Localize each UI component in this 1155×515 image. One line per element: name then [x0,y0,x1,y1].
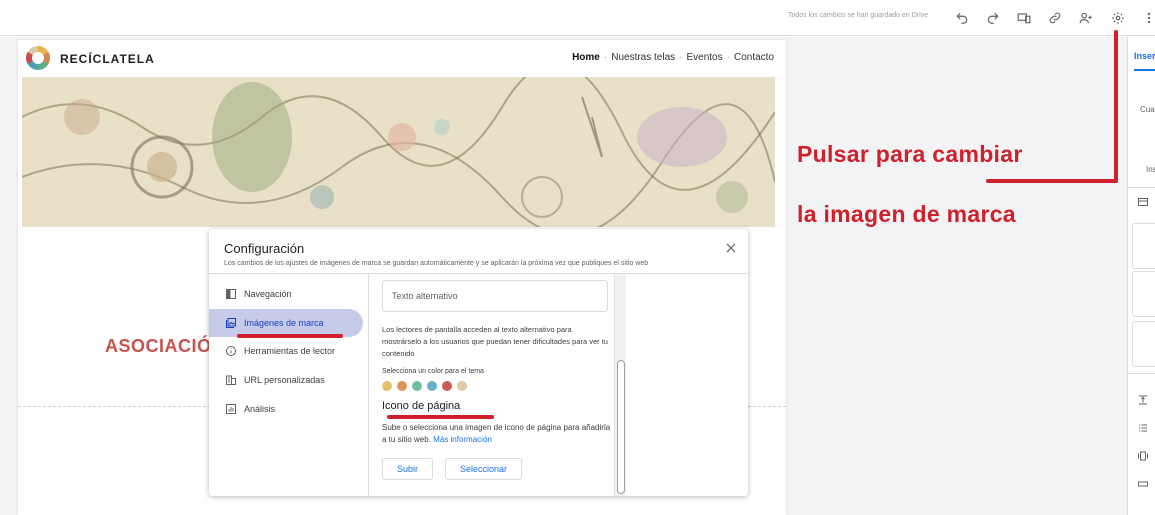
alt-text-help: Los lectores de pantalla acceden al text… [382,325,608,358]
annotation-arrow [986,179,1118,183]
site-nav-telas[interactable]: Nuestras telas [611,52,675,63]
brand-images-panel: Texto alternativo Los lectores de pantal… [370,274,615,496]
nav-item-label: Imágenes de marca [244,318,324,328]
annotation-line-2: la imagen de marca [797,201,1016,227]
panel-divider [1128,187,1155,188]
annotation-underline [237,334,343,338]
nav-item-navegacion[interactable]: Navegación [209,280,363,308]
link-icon[interactable] [1045,8,1065,28]
scrollbar-thumb[interactable] [617,360,625,494]
dialog-subtitle: Los cambios de los ajustes de imágenes d… [224,260,649,267]
favicon-description: Sube o selecciona una imagen de icono de… [382,422,612,446]
theme-color-swatch[interactable] [382,381,392,391]
section-title[interactable]: ASOCIACIÓ [105,336,212,357]
favicon-title: Icono de página [382,400,461,412]
theme-color-swatch[interactable] [457,381,467,391]
button-icon[interactable] [1137,477,1149,489]
redo-icon[interactable] [983,8,1003,28]
theme-color-label: Selecciona un color para el tema [382,368,484,375]
textbox-item[interactable]: Cua [1140,105,1155,114]
more-icon[interactable] [1139,8,1155,28]
nav-item-herramientas-de-lector[interactable]: Herramientas de lector [209,337,363,365]
layout-card[interactable] [1132,321,1155,367]
building-icon [225,374,237,386]
insert-item[interactable]: Ins [1146,165,1155,174]
site-nav-home[interactable]: Home [572,52,600,63]
settings-nav: Navegación Imágenes de marca Herramienta… [209,274,369,496]
upload-button[interactable]: Subir [382,458,433,480]
learn-more-link[interactable]: Más información [433,435,492,444]
preview-icon[interactable] [1014,8,1034,28]
nav-item-label: Herramientas de lector [244,346,336,356]
nav-item-label: URL personalizadas [244,375,325,385]
theme-color-swatches [382,381,472,391]
panel-divider [1128,373,1155,374]
nav-item-analisis[interactable]: Análisis [209,395,363,423]
settings-icon[interactable] [1108,8,1128,28]
share-icon[interactable] [1076,8,1096,28]
theme-color-swatch[interactable] [397,381,407,391]
layout-card[interactable] [1132,271,1155,317]
favicon-desc-text: Sube o selecciona una imagen de icono de… [382,423,611,444]
navigation-icon [225,288,237,300]
insert-panel: Inser Cua Ins [1127,37,1155,515]
editor-toolbar: Todos los cambios se han guardado en Dri… [0,0,1155,36]
toc-icon[interactable] [1137,421,1149,433]
site-nav-eventos[interactable]: Eventos [686,52,722,63]
theme-color-swatch[interactable] [412,381,422,391]
nav-item-imagenes-de-marca[interactable]: Imágenes de marca [209,309,363,337]
undo-icon[interactable] [952,8,972,28]
site-logo[interactable] [26,46,50,70]
nav-item-label: Navegación [244,289,292,299]
site-nav-contacto[interactable]: Contacto [734,52,774,63]
annotation-line-1: Pulsar para cambiar [797,141,1023,167]
site-name[interactable]: RECÍCLATELA [60,52,155,66]
site-nav: Home · Nuestras telas · Eventos · Contac… [568,52,774,63]
brand-images-icon [225,317,237,329]
hero-image[interactable] [22,77,775,227]
nav-separator: · [726,52,730,63]
save-status: Todos los cambios se han guardado en Dri… [788,12,929,19]
dialog-scrollbar[interactable] [614,274,626,496]
settings-dialog: Configuración Los cambios de los ajustes… [209,229,748,496]
carousel-icon[interactable] [1137,449,1149,461]
tab-insert[interactable]: Inser [1134,51,1155,61]
select-button[interactable]: Seleccionar [445,458,522,480]
alt-text-input[interactable]: Texto alternativo [382,280,608,312]
collapsible-icon[interactable] [1137,393,1149,405]
layout-card[interactable] [1132,223,1155,269]
close-icon[interactable] [724,241,738,255]
nav-item-url-personalizadas[interactable]: URL personalizadas [209,366,363,394]
nav-item-label: Análisis [244,404,276,414]
site-header: RECÍCLATELA Home · Nuestras telas · Even… [18,40,786,77]
theme-color-swatch[interactable] [427,381,437,391]
theme-color-swatch[interactable] [442,381,452,391]
annotation-underline [387,415,494,419]
nav-separator: · [603,52,608,63]
nav-separator: · [679,52,683,63]
tab-indicator [1134,69,1155,71]
layout-icon[interactable] [1137,195,1149,207]
annotation-arrow [1114,30,1118,183]
dialog-title: Configuración [224,241,305,256]
info-icon [225,345,237,357]
analytics-icon [225,403,237,415]
